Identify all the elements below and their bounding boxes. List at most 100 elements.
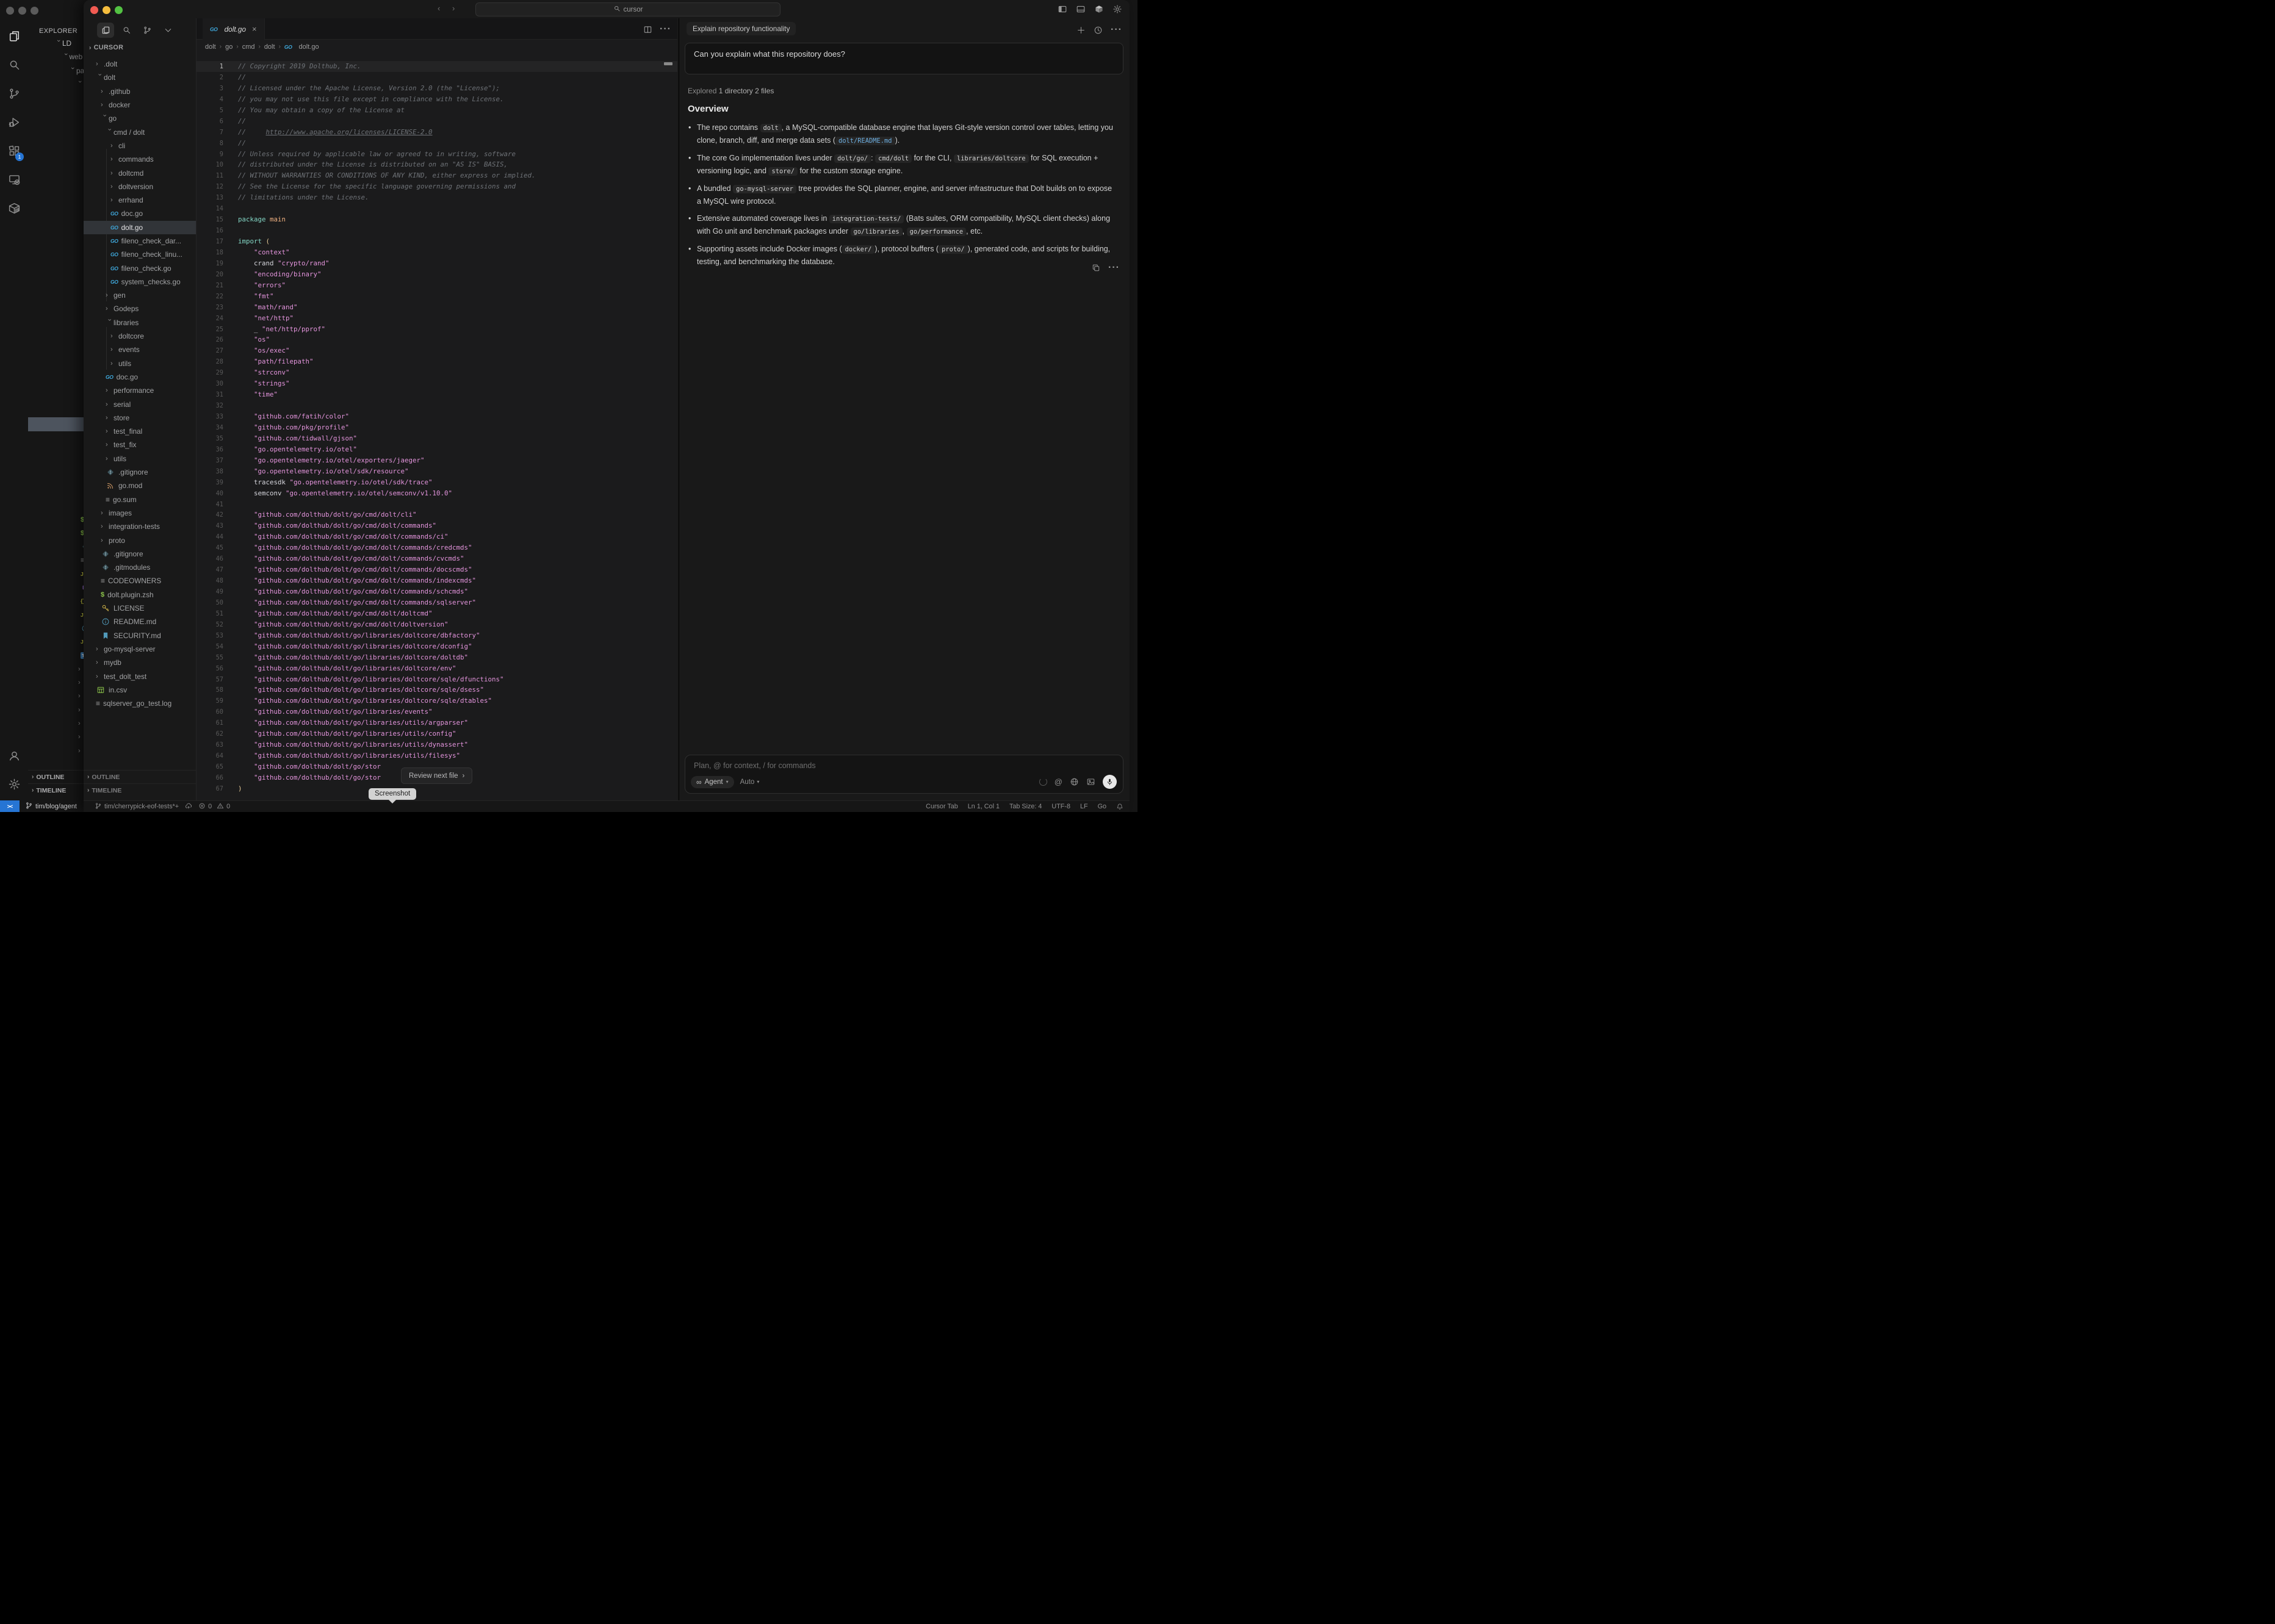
tree-item-test-dolt-test[interactable]: ›test_dolt_test bbox=[84, 669, 196, 683]
mic-icon[interactable] bbox=[1103, 775, 1117, 789]
status-item[interactable]: UTF-8 bbox=[1051, 803, 1070, 810]
tab-dolt-go[interactable]: GO dolt.go × bbox=[203, 18, 265, 40]
tree-item-docker[interactable]: ›docker bbox=[84, 98, 196, 112]
image-icon[interactable] bbox=[1086, 777, 1095, 786]
tree-item-doltcore[interactable]: ›doltcore bbox=[84, 329, 196, 343]
traffic-light-minimize[interactable] bbox=[103, 6, 110, 14]
traffic-light-minimize-inactive[interactable] bbox=[18, 7, 26, 15]
problems-status[interactable]: 0 0 bbox=[198, 802, 230, 811]
tree-item-go.mod[interactable]: go.mod bbox=[84, 479, 196, 492]
tree-item-utils[interactable]: ›utils bbox=[84, 357, 196, 370]
activity-account[interactable] bbox=[0, 741, 28, 770]
remote-indicator[interactable]: >< bbox=[0, 800, 20, 812]
status-item[interactable]: Ln 1, Col 1 bbox=[968, 803, 1000, 810]
tree-item-readme.md[interactable]: README.md bbox=[84, 615, 196, 628]
tree-item-fileno-check.go[interactable]: GOfileno_check.go bbox=[84, 261, 196, 275]
chat-tab-title[interactable]: Explain repository functionality bbox=[687, 22, 796, 35]
breadcrumb[interactable]: dolt›go›cmd›dolt›GOdolt.go bbox=[205, 40, 319, 54]
tree-item-mydb[interactable]: ›mydb bbox=[84, 656, 196, 669]
tree-item-fileno-check-dar...[interactable]: GOfileno_check_dar... bbox=[84, 234, 196, 248]
command-center-search[interactable]: cursor bbox=[475, 2, 781, 16]
traffic-light-zoom-inactive[interactable] bbox=[31, 7, 38, 15]
chev-down-icon[interactable] bbox=[159, 23, 176, 38]
status-item[interactable]: LF bbox=[1080, 803, 1088, 810]
spinner-icon[interactable] bbox=[1039, 778, 1047, 786]
tree-item-test-fix[interactable]: ›test_fix bbox=[84, 438, 196, 451]
breadcrumb-file[interactable]: dolt.go bbox=[299, 43, 319, 51]
back-branch-status[interactable]: tim/blog/agent bbox=[25, 802, 77, 811]
tree-item-dolt[interactable]: ›dolt bbox=[84, 71, 196, 84]
user-message[interactable]: Can you explain what this repository doe… bbox=[685, 43, 1123, 74]
tree-item-serial[interactable]: ›serial bbox=[84, 397, 196, 411]
breadcrumb-item[interactable]: go bbox=[225, 43, 233, 51]
tree-item-store[interactable]: ›store bbox=[84, 411, 196, 425]
activity-remote-explorer[interactable] bbox=[0, 165, 28, 194]
review-next-file-button[interactable]: Review next file› bbox=[401, 767, 472, 784]
branch-status[interactable]: tim/cherrypick-eof-tests*+ bbox=[95, 802, 179, 811]
tree-item-sqlserver-go-test.log[interactable]: ≡sqlserver_go_test.log bbox=[84, 697, 196, 710]
file-link[interactable]: dolt/README.md bbox=[835, 137, 895, 145]
tree-item-dolt.plugin.zsh[interactable]: $dolt.plugin.zsh bbox=[84, 588, 196, 602]
tree-item-integration-tests[interactable]: ›integration-tests bbox=[84, 520, 196, 533]
outline-section[interactable]: ›OUTLINE bbox=[84, 770, 196, 783]
activity-search[interactable] bbox=[0, 51, 28, 79]
panel-bottom-icon[interactable] bbox=[1076, 4, 1086, 14]
tree-item-cli[interactable]: ›cli bbox=[84, 139, 196, 153]
cube-icon[interactable] bbox=[1094, 4, 1104, 14]
tab-close-icon[interactable]: × bbox=[252, 24, 257, 34]
split-icon[interactable] bbox=[643, 24, 652, 35]
more-icon[interactable]: ··· bbox=[1108, 262, 1120, 273]
more-icon[interactable]: ··· bbox=[1111, 24, 1122, 35]
breadcrumb-item[interactable]: dolt bbox=[205, 43, 216, 51]
tree-item-go.sum[interactable]: ≡go.sum bbox=[84, 493, 196, 506]
search-icon[interactable] bbox=[118, 23, 135, 38]
copy-file-icon[interactable] bbox=[97, 23, 114, 38]
tree-item-utils[interactable]: ›utils bbox=[84, 452, 196, 465]
workspace-root-cursor[interactable]: ›CURSOR bbox=[89, 44, 123, 51]
bell-icon[interactable] bbox=[1116, 803, 1123, 810]
activity-extensions[interactable]: 1 bbox=[0, 137, 28, 165]
tree-item-images[interactable]: ›images bbox=[84, 506, 196, 520]
gear-icon[interactable] bbox=[1112, 4, 1122, 14]
activity-gear[interactable] bbox=[0, 770, 28, 799]
chat-input-box[interactable]: Plan, @ for context, / for commands ∞ Ag… bbox=[685, 755, 1123, 794]
source-control-icon[interactable] bbox=[139, 23, 156, 38]
tree-item-doltversion[interactable]: ›doltversion bbox=[84, 180, 196, 193]
tree-item-performance[interactable]: ›performance bbox=[84, 384, 196, 397]
clock-icon[interactable] bbox=[1094, 24, 1103, 35]
tree-item-license[interactable]: LICENSE bbox=[84, 602, 196, 615]
status-item[interactable]: Tab Size: 4 bbox=[1009, 803, 1042, 810]
tree-item-in.csv[interactable]: in.csv bbox=[84, 683, 196, 697]
timeline-section[interactable]: ›TIMELINE bbox=[84, 783, 196, 797]
copy-icon[interactable] bbox=[1092, 262, 1100, 273]
activity-package-box[interactable] bbox=[0, 194, 28, 223]
tree-item-codeowners[interactable]: ≡CODEOWNERS bbox=[84, 574, 196, 587]
back-timeline-section[interactable]: ›TIMELINE bbox=[28, 783, 84, 797]
sync-icon[interactable] bbox=[185, 802, 192, 811]
tree-item-.gitignore[interactable]: .gitignore bbox=[84, 547, 196, 561]
code-editor[interactable]: 1// Copyright 2019 Dolthub, Inc.2//3// L… bbox=[196, 61, 677, 794]
history-nav[interactable]: ‹ › bbox=[438, 4, 460, 13]
tree-item-.dolt[interactable]: ›.dolt bbox=[84, 57, 196, 71]
activity-run-debug[interactable] bbox=[0, 108, 28, 137]
status-item[interactable]: Cursor Tab bbox=[926, 803, 958, 810]
tree-item-.gitignore[interactable]: .gitignore bbox=[84, 465, 196, 479]
tree-item-go-mysql-server[interactable]: ›go-mysql-server bbox=[84, 642, 196, 656]
status-item[interactable]: Go bbox=[1098, 803, 1106, 810]
breadcrumb-item[interactable]: dolt bbox=[264, 43, 275, 51]
at-icon[interactable]: @ bbox=[1055, 777, 1062, 786]
tree-item-godeps[interactable]: ›Godeps bbox=[84, 302, 196, 315]
traffic-light-zoom[interactable] bbox=[115, 6, 123, 14]
tree-item-doltcmd[interactable]: ›doltcmd bbox=[84, 166, 196, 179]
agent-mode-selector[interactable]: ∞ Agent ▾ bbox=[691, 776, 734, 788]
tree-item-fileno-check-linu...[interactable]: GOfileno_check_linu... bbox=[84, 248, 196, 261]
tree-item-gen[interactable]: ›gen bbox=[84, 289, 196, 302]
explored-status[interactable]: Explored 1 directory 2 files bbox=[688, 87, 774, 95]
scrollbar-thumb[interactable] bbox=[664, 62, 672, 65]
tree-item-libraries[interactable]: ›libraries bbox=[84, 316, 196, 329]
activity-source-control[interactable] bbox=[0, 79, 28, 108]
tree-item-doc.go[interactable]: GOdoc.go bbox=[84, 207, 196, 220]
tree-item-proto[interactable]: ›proto bbox=[84, 533, 196, 547]
globe-icon[interactable] bbox=[1070, 777, 1079, 786]
more-icon[interactable]: ··· bbox=[660, 24, 671, 35]
